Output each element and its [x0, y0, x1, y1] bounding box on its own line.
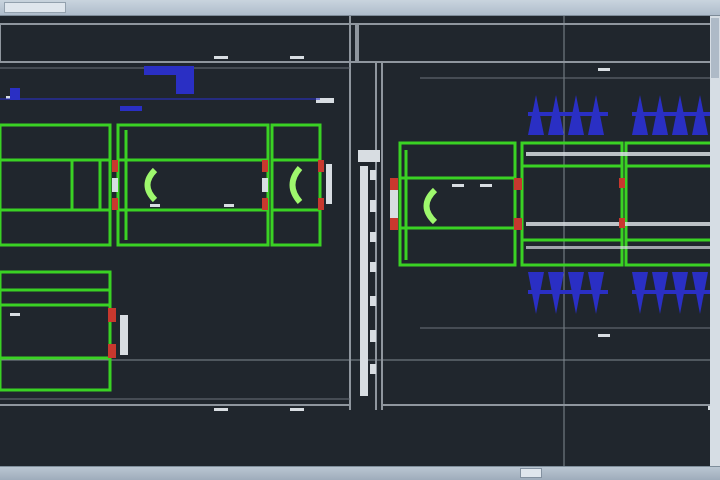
assembly-left-1	[0, 123, 112, 247]
title-bar	[0, 0, 720, 16]
title-annotation	[0, 66, 320, 111]
status-bar	[0, 466, 720, 480]
assembly-left-4	[0, 270, 112, 392]
assembly-right-main	[398, 141, 517, 267]
drawing-frame-right	[357, 23, 720, 410]
blue-fixtures-bottom	[528, 272, 712, 314]
status-indicator[interactable]	[520, 468, 542, 478]
assembly-left-2	[116, 123, 270, 247]
drawing-tab[interactable]	[4, 2, 66, 13]
vertical-scrollbar[interactable]	[710, 16, 720, 466]
blue-fixtures-top	[528, 95, 712, 135]
drawing-canvas[interactable]	[0, 16, 720, 466]
detail-marks-left	[10, 164, 332, 355]
assembly-left-3	[270, 123, 322, 247]
scrollbar-thumb[interactable]	[711, 18, 719, 78]
cad-window	[0, 0, 720, 480]
